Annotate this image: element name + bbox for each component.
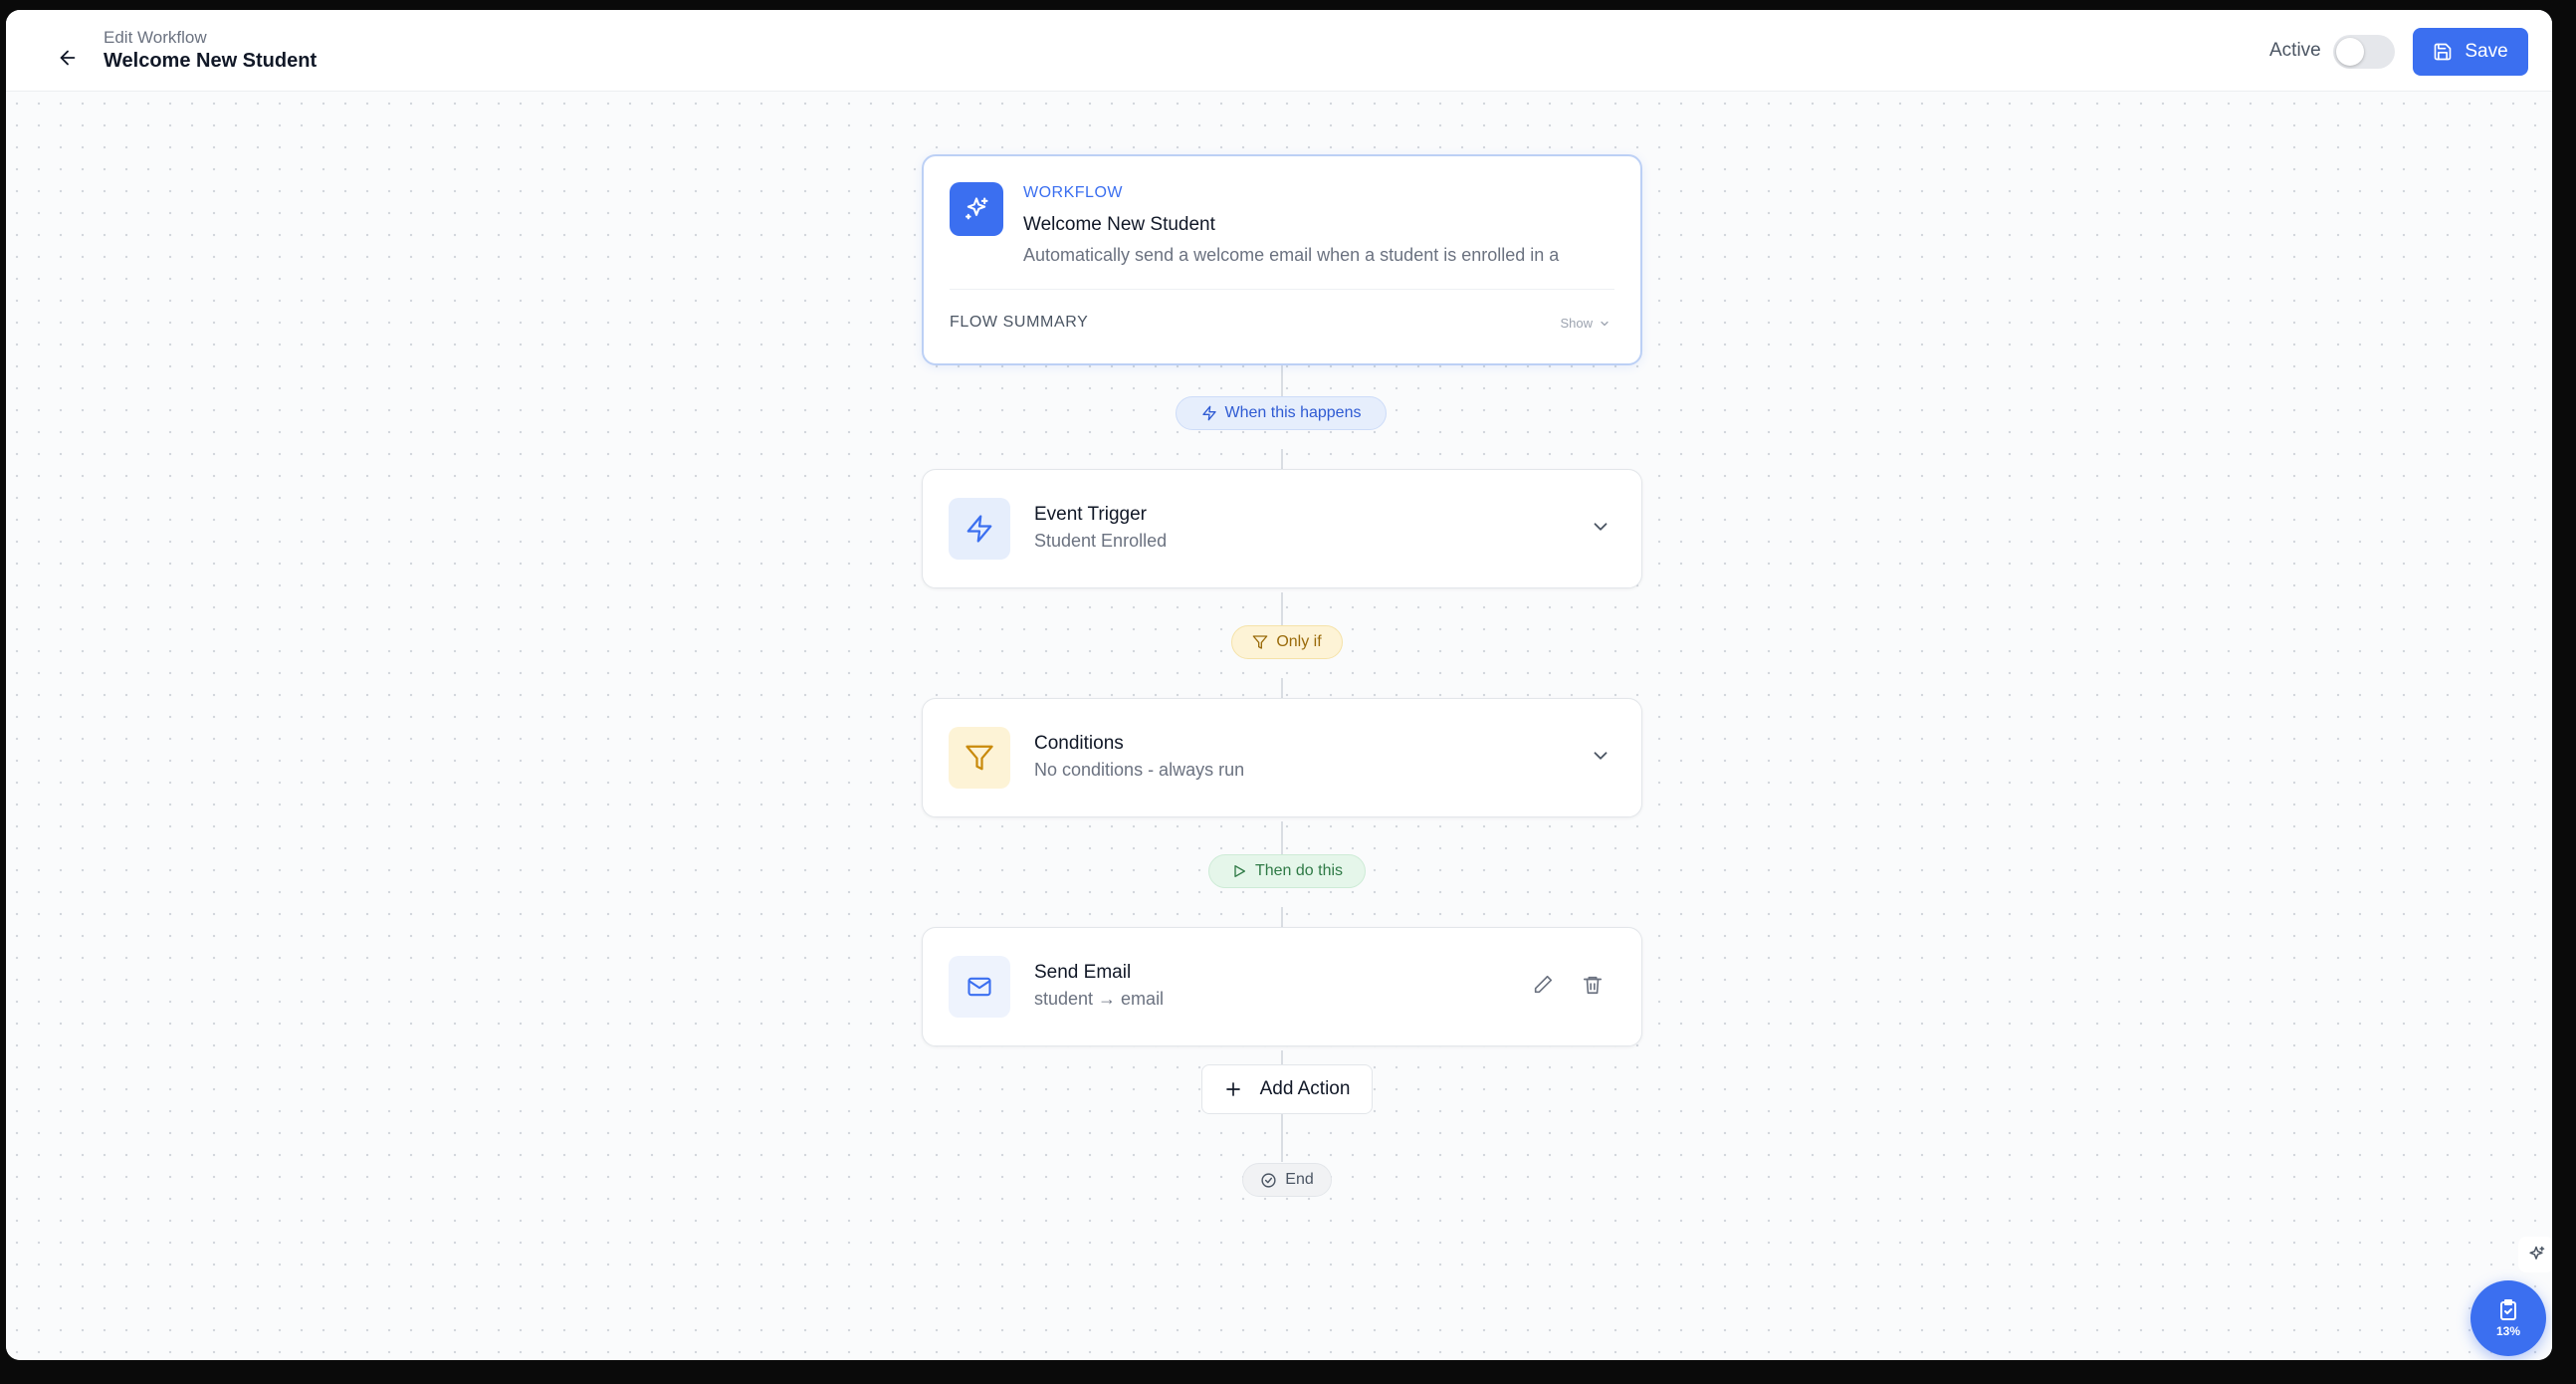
window-edge xyxy=(2552,0,2576,1384)
event-trigger-card[interactable]: Event Trigger Student Enrolled xyxy=(922,469,1642,588)
page-title: Welcome New Student xyxy=(104,50,318,72)
conditions-title: Conditions xyxy=(1034,733,1124,754)
trash-icon xyxy=(1583,976,1603,995)
chevron-down-icon xyxy=(1601,321,1609,326)
action-subtitle: student → email xyxy=(1034,989,1165,1009)
lightning-icon xyxy=(1201,405,1216,421)
trigger-subtitle: Student Enrolled xyxy=(1034,531,1168,551)
show-summary-toggle[interactable]: Show xyxy=(1560,316,1610,331)
plus-icon xyxy=(1225,1082,1240,1096)
action-controls xyxy=(1532,974,1606,998)
filter-icon xyxy=(966,745,993,771)
flow-summary-label: FLOW SUMMARY xyxy=(950,314,1089,331)
toggle-knob xyxy=(2336,38,2364,66)
sparkles-icon xyxy=(966,197,988,220)
check-circle-icon xyxy=(1261,1172,1276,1188)
chevron-down-icon[interactable] xyxy=(1590,516,1611,538)
delete-button[interactable] xyxy=(1582,974,1606,998)
trigger-pill-label: When this happens xyxy=(1224,404,1362,421)
breadcrumb: Edit Workflow xyxy=(104,28,207,47)
active-label: Active xyxy=(2269,40,2321,61)
edit-button[interactable] xyxy=(1532,974,1556,998)
window-edge xyxy=(0,1360,2576,1384)
actions-pill-label: Then do this xyxy=(1254,862,1344,879)
save-icon xyxy=(2435,43,2452,61)
clipboard-check-icon xyxy=(2500,1299,2516,1320)
trigger-title: Event Trigger xyxy=(1034,504,1147,525)
progress-percent: 13% xyxy=(2495,1324,2521,1338)
lightning-icon xyxy=(966,515,992,543)
mail-icon xyxy=(967,977,991,997)
workflow-canvas[interactable]: WORKFLOW Welcome New Student Automatical… xyxy=(6,93,2552,1360)
conditions-icon-box xyxy=(949,727,1010,789)
conditions-section-pill: Only if xyxy=(1231,625,1343,659)
workflow-name: Welcome New Student xyxy=(1023,214,1215,235)
workflow-summary-card[interactable]: WORKFLOW Welcome New Student Automatical… xyxy=(922,154,1642,365)
trigger-section-pill: When this happens xyxy=(1176,396,1387,430)
top-bar: Edit Workflow Welcome New Student Active… xyxy=(6,10,2552,92)
trigger-icon-box xyxy=(949,498,1010,560)
checklist-progress-button[interactable]: 13% xyxy=(2470,1280,2546,1356)
ai-assist-button[interactable] xyxy=(2518,1237,2552,1272)
app-window: Edit Workflow Welcome New Student Active… xyxy=(6,10,2552,1360)
action-title: Send Email xyxy=(1034,962,1132,983)
conditions-subtitle: No conditions - always run xyxy=(1034,760,1245,780)
conditions-pill-label: Only if xyxy=(1276,633,1322,650)
play-icon xyxy=(1234,865,1245,877)
workflow-description: Automatically send a welcome email when … xyxy=(1023,245,1560,265)
show-label: Show xyxy=(1560,316,1593,331)
add-action-button[interactable]: Add Action xyxy=(1201,1064,1373,1114)
back-button[interactable] xyxy=(48,38,88,78)
sparkles-icon xyxy=(2529,1246,2545,1260)
email-icon-box xyxy=(949,956,1010,1018)
filter-icon xyxy=(1252,635,1268,649)
divider xyxy=(950,289,1614,290)
workflow-eyebrow: WORKFLOW xyxy=(1023,184,1123,201)
chevron-down-icon[interactable] xyxy=(1590,745,1611,767)
pencil-icon xyxy=(1534,975,1553,994)
add-action-label: Add Action xyxy=(1259,1078,1351,1099)
arrow-left-icon xyxy=(60,50,76,66)
actions-section-pill: Then do this xyxy=(1208,854,1366,888)
connector-line xyxy=(1281,1114,1283,1162)
conditions-card[interactable]: Conditions No conditions - always run xyxy=(922,698,1642,817)
save-label: Save xyxy=(2465,41,2508,62)
end-label: End xyxy=(1285,1171,1314,1188)
send-email-card[interactable]: Send Email student → email xyxy=(922,927,1642,1046)
end-pill: End xyxy=(1242,1163,1332,1197)
active-toggle[interactable] xyxy=(2333,35,2395,69)
workflow-icon-box xyxy=(950,182,1003,236)
save-button[interactable]: Save xyxy=(2413,28,2528,76)
